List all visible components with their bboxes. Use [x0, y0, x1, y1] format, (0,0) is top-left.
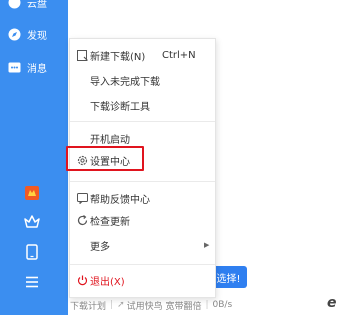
download-plan-link[interactable]: 下载计划: [70, 299, 106, 312]
menu-item-label: 开机启动: [90, 134, 130, 146]
menu-item-check-update[interactable]: 检查更新: [70, 210, 215, 230]
cloud-icon: [8, 0, 21, 9]
bird-icon: ➚: [117, 300, 125, 310]
sidebar-item-label: 发现: [27, 30, 47, 42]
speed-text: 0B/s: [212, 300, 233, 310]
sidebar: 云盘 发现 消息: [0, 0, 68, 315]
divider: |: [205, 300, 209, 310]
menu-separator: [70, 264, 215, 265]
feedback-icon: [76, 192, 88, 204]
power-icon: [76, 274, 88, 286]
menu-item-more[interactable]: 更多 ▶: [70, 235, 215, 255]
sidebar-item-label: 云盘: [27, 0, 47, 10]
menu-icon[interactable]: [22, 272, 42, 292]
menu-item-startup[interactable]: 开机启动: [70, 128, 215, 148]
status-bar: 下载计划 | ➚ 试用快鸟 宽带翻倍 | 0B/s: [70, 298, 232, 312]
menu-item-import-unfinished[interactable]: 导入未完成下载: [70, 70, 215, 90]
primary-button-label: 选择!: [216, 273, 241, 285]
sidebar-item-label: 消息: [27, 63, 47, 75]
browser-edge-icon[interactable]: e: [325, 294, 341, 311]
menu-separator: [70, 181, 215, 182]
menu-item-shortcut: Ctrl+N: [162, 49, 196, 61]
settings-highlight-box: [66, 146, 144, 171]
menu-separator: [70, 121, 215, 122]
menu-item-label: 新建下载(N): [90, 51, 146, 63]
menu-item-new-download[interactable]: 新建下载(N) Ctrl+N: [70, 45, 215, 65]
menu-item-label: 下载诊断工具: [90, 101, 150, 113]
menu-item-label: 导入未完成下载: [90, 76, 160, 88]
menu-item-label: 退出(X): [90, 276, 125, 288]
new-download-icon: [76, 49, 88, 61]
menu-item-label: 检查更新: [90, 216, 130, 228]
message-icon: [8, 61, 21, 74]
sidebar-item-cloud[interactable]: 云盘: [8, 0, 47, 10]
submenu-arrow-icon: ▶: [204, 241, 210, 249]
divider: |: [110, 300, 114, 310]
phone-icon[interactable]: [22, 242, 42, 262]
menu-item-diagnostic-tool[interactable]: 下载诊断工具: [70, 95, 215, 115]
menu-item-label: 帮助反馈中心: [90, 194, 150, 206]
menu-item-help-feedback[interactable]: 帮助反馈中心: [70, 188, 215, 208]
menu-item-exit[interactable]: 退出(X): [70, 270, 215, 290]
crown-icon[interactable]: [22, 212, 42, 232]
trial-link[interactable]: 试用快鸟 宽带翻倍: [127, 299, 202, 312]
menu-item-label: 更多: [90, 241, 110, 253]
compass-icon: [8, 28, 21, 41]
svg-text:e: e: [327, 295, 337, 310]
refresh-icon: [76, 214, 88, 226]
game-icon[interactable]: [22, 183, 42, 203]
sidebar-item-messages[interactable]: 消息: [8, 59, 47, 75]
sidebar-item-discover[interactable]: 发现: [8, 26, 47, 42]
